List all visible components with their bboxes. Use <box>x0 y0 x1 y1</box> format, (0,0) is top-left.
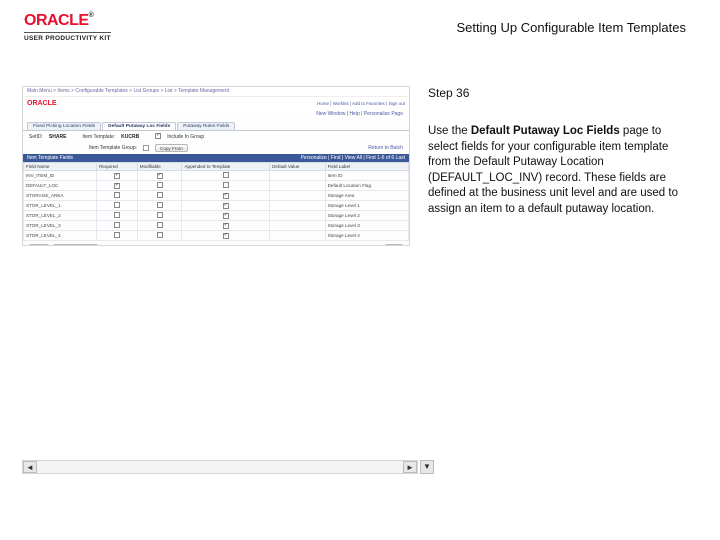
mod-checkbox[interactable] <box>157 212 163 218</box>
lookup-icon[interactable] <box>143 145 149 151</box>
req-checkbox[interactable] <box>114 173 120 179</box>
include-label: Include In Group <box>167 134 204 140</box>
setid-value: SHARE <box>49 134 67 140</box>
oracle-logo-block: ORACLE® USER PRODUCTIVITY KIT <box>24 12 111 42</box>
req-checkbox[interactable] <box>114 183 120 189</box>
table-row: STOR_LEVEL_2Storage Level 2 <box>24 211 409 221</box>
setid-label: SetID: <box>29 134 43 140</box>
col-modifiable: Modifiable <box>137 163 182 171</box>
instr-bold: Default Putaway Loc Fields <box>471 125 620 137</box>
mod-checkbox[interactable] <box>157 192 163 198</box>
mod-checkbox[interactable] <box>157 222 163 228</box>
app-checkbox[interactable] <box>223 223 229 229</box>
instruction-panel: Step 36 Use the Default Putaway Loc Fiel… <box>428 86 698 246</box>
req-checkbox[interactable] <box>114 212 120 218</box>
scroll-right-icon[interactable]: ► <box>403 461 417 473</box>
app-mini-logo: ORACLE <box>27 100 57 107</box>
template-value: KUCRB <box>121 134 139 140</box>
col-required: Required <box>97 163 138 171</box>
col-label: Field Label <box>325 163 408 171</box>
req-checkbox[interactable] <box>114 222 120 228</box>
instr-post: page to select fields for your configura… <box>428 125 678 215</box>
col-default: Default Value <box>270 163 326 171</box>
mod-checkbox[interactable] <box>157 173 163 179</box>
scroll-down-icon[interactable]: ▼ <box>420 460 434 474</box>
return-search-button[interactable]: Return to Search <box>53 244 98 246</box>
table-row: STORAGE_AREAStorage Area <box>24 191 409 201</box>
horizontal-scrollbar[interactable]: ◄ ► <box>22 460 418 474</box>
tab-putaway-rules[interactable]: Putaway Rules Fields <box>177 122 235 130</box>
step-instruction: Use the Default Putaway Loc Fields page … <box>428 124 692 217</box>
tab-fixed-picking[interactable]: Fixed Picking Location Fields <box>27 122 101 130</box>
app-checkbox[interactable] <box>223 233 229 239</box>
scroll-left-icon[interactable]: ◄ <box>23 461 37 473</box>
oracle-logo-text: ORACLE <box>24 12 89 29</box>
step-label: Step 36 <box>428 86 692 100</box>
tab-strip: Fixed Picking Location Fields Default Pu… <box>23 119 409 131</box>
mod-checkbox[interactable] <box>157 202 163 208</box>
nav-links[interactable]: New Window | Help | Personalize Page <box>316 111 403 117</box>
add-button[interactable]: Add <box>385 244 403 246</box>
oracle-logo: ORACLE® <box>24 12 111 30</box>
app-screenshot: Main Menu > Items > Configurable Templat… <box>22 86 410 246</box>
app-header-links[interactable]: Home | Worklist | Add to Favorites | Sig… <box>317 101 405 106</box>
save-button[interactable]: Save <box>29 244 49 246</box>
group-label: Item Template Group: <box>89 145 137 151</box>
app-checkbox[interactable] <box>223 203 229 209</box>
table-row: DEFAULT_LOCDefault Location Flag <box>24 181 409 191</box>
req-checkbox[interactable] <box>114 192 120 198</box>
return-batch-link[interactable]: Return to Batch <box>368 145 403 151</box>
table-row: INV_ITEM_IDItem ID <box>24 171 409 181</box>
include-checkbox[interactable] <box>155 133 161 139</box>
instr-pre: Use the <box>428 125 471 137</box>
fields-grid: Field Name Required Modifiable Appended … <box>23 162 409 241</box>
template-label: Item Template: <box>82 134 115 140</box>
tab-default-putaway[interactable]: Default Putaway Loc Fields <box>102 122 176 130</box>
grid-header-row: Field Name Required Modifiable Appended … <box>24 163 409 171</box>
col-appended: Appended to Template <box>182 163 270 171</box>
app-checkbox[interactable] <box>223 182 229 188</box>
breadcrumb: Main Menu > Items > Configurable Templat… <box>23 87 409 97</box>
col-field-name: Field Name <box>24 163 97 171</box>
app-checkbox[interactable] <box>223 213 229 219</box>
grid-tools[interactable]: Personalize | Find | View All | First 1-… <box>301 155 405 161</box>
mod-checkbox[interactable] <box>157 182 163 188</box>
page-title: Setting Up Configurable Item Templates <box>456 20 696 35</box>
app-checkbox[interactable] <box>223 193 229 199</box>
upk-subtitle: USER PRODUCTIVITY KIT <box>24 32 111 42</box>
copy-from-button[interactable]: Copy From <box>155 144 188 152</box>
scroll-track[interactable] <box>37 461 403 473</box>
table-row: STOR_LEVEL_4Storage Level 4 <box>24 231 409 241</box>
mod-checkbox[interactable] <box>157 232 163 238</box>
grid-title: Item Template Fields <box>27 155 73 161</box>
req-checkbox[interactable] <box>114 202 120 208</box>
req-checkbox[interactable] <box>114 232 120 238</box>
app-checkbox[interactable] <box>223 172 229 178</box>
table-row: STOR_LEVEL_1Storage Level 1 <box>24 201 409 211</box>
table-row: STOR_LEVEL_3Storage Level 3 <box>24 221 409 231</box>
